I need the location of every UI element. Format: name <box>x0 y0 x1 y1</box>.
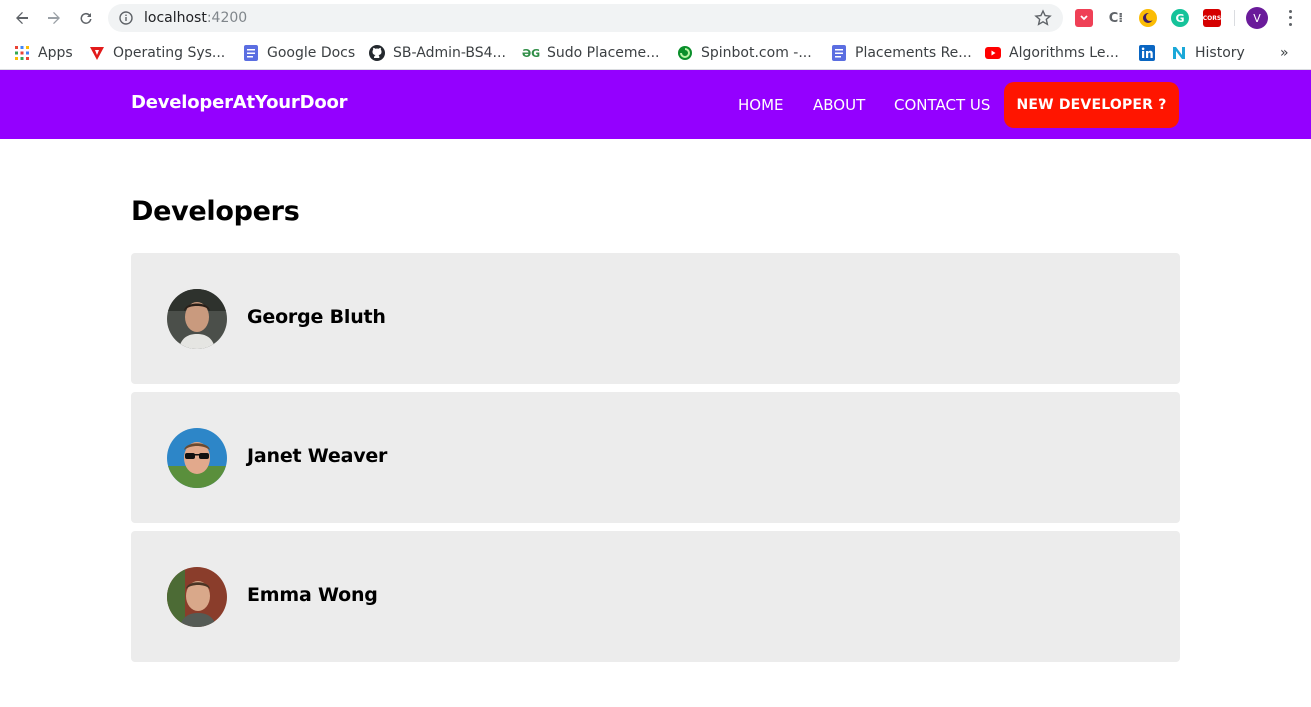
bookmark-google-docs[interactable]: Google Docs <box>243 43 355 63</box>
developer-list: George Bluth Janet Weaver Emma Wong <box>131 253 1180 670</box>
url-text: localhost:4200 <box>144 10 247 26</box>
bookmark-placements[interactable]: Placements Re... <box>831 43 972 63</box>
geeksforgeeks-icon: ƏG <box>521 46 541 60</box>
bookmark-label: History <box>1195 45 1245 61</box>
bookmark-linkedin[interactable] <box>1139 43 1163 63</box>
bookmark-label: Spinbot.com -... <box>701 45 812 61</box>
linkedin-icon <box>1139 45 1155 61</box>
crescent-extension-icon[interactable] <box>1139 9 1157 27</box>
browser-toolbar: localhost:4200 C⁞ G CORS V <box>0 0 1311 36</box>
google-docs-icon <box>243 45 259 61</box>
grammarly-icon[interactable]: G <box>1171 9 1189 27</box>
bookmarks-bar: Apps Operating Sys... Google Docs SB-Adm… <box>0 36 1311 70</box>
more-bookmarks-chevron-icon[interactable]: » <box>1280 45 1289 61</box>
forward-arrow-icon[interactable] <box>42 6 66 30</box>
red-triangle-icon <box>89 45 105 61</box>
bookmark-apps[interactable]: Apps <box>14 43 73 63</box>
nav-link-about[interactable]: ABOUT <box>813 96 865 114</box>
github-icon <box>369 45 385 61</box>
developer-avatar <box>167 567 227 627</box>
brand-logo[interactable]: DeveloperAtYourDoor <box>131 92 348 113</box>
new-developer-button[interactable]: NEW DEVELOPER ? <box>1004 82 1179 128</box>
bookmark-label: SB-Admin-BS4... <box>393 45 506 61</box>
notion-n-icon <box>1171 45 1187 61</box>
developer-name: George Bluth <box>247 306 386 328</box>
profile-avatar[interactable]: V <box>1246 7 1268 29</box>
developer-avatar <box>167 289 227 349</box>
reload-icon[interactable] <box>74 6 98 30</box>
bookmark-sudo-placement[interactable]: ƏG Sudo Placeme... <box>521 43 660 63</box>
bookmark-label: Sudo Placeme... <box>547 45 660 61</box>
bookmark-label: Algorithms Le... <box>1009 45 1119 61</box>
bookmark-history[interactable]: History <box>1171 43 1245 63</box>
bookmark-algorithms[interactable]: Algorithms Le... <box>985 43 1119 63</box>
bookmark-sb-admin[interactable]: SB-Admin-BS4... <box>369 43 506 63</box>
browser-menu-icon[interactable] <box>1282 8 1298 28</box>
back-arrow-icon[interactable] <box>10 6 34 30</box>
toolbar-divider <box>1234 10 1235 26</box>
site-info-icon[interactable] <box>118 10 134 26</box>
cors-extension-icon[interactable]: CORS <box>1203 9 1221 27</box>
developer-card[interactable]: Janet Weaver <box>131 392 1180 523</box>
bookmark-spinbot[interactable]: Spinbot.com -... <box>677 43 812 63</box>
address-bar[interactable]: localhost:4200 <box>108 4 1063 32</box>
chrome-extension-icon[interactable]: C⁞ <box>1107 9 1125 27</box>
developer-name: Janet Weaver <box>247 445 388 467</box>
bookmark-star-icon[interactable] <box>1034 9 1052 27</box>
developer-card[interactable]: Emma Wong <box>131 531 1180 662</box>
apps-grid-icon <box>14 45 30 61</box>
youtube-icon <box>985 45 1001 61</box>
google-docs-icon <box>831 45 847 61</box>
nav-link-contact-us[interactable]: CONTACT US <box>894 96 990 114</box>
app-navbar: DeveloperAtYourDoor HOME ABOUT CONTACT U… <box>0 70 1311 139</box>
bookmark-label: Operating Sys... <box>113 45 226 61</box>
developer-avatar <box>167 428 227 488</box>
pocket-icon[interactable] <box>1075 9 1093 27</box>
bookmark-label: Placements Re... <box>855 45 972 61</box>
page-title: Developers <box>131 196 300 227</box>
url-host: localhost <box>144 10 207 26</box>
bookmark-label: Google Docs <box>267 45 356 61</box>
url-port: :4200 <box>206 10 248 26</box>
nav-link-home[interactable]: HOME <box>738 96 784 114</box>
bookmark-operating-systems[interactable]: Operating Sys... <box>89 43 225 63</box>
bookmark-label: Apps <box>38 45 73 61</box>
developer-card[interactable]: George Bluth <box>131 253 1180 384</box>
spinbot-icon <box>677 45 693 61</box>
developer-name: Emma Wong <box>247 584 378 606</box>
